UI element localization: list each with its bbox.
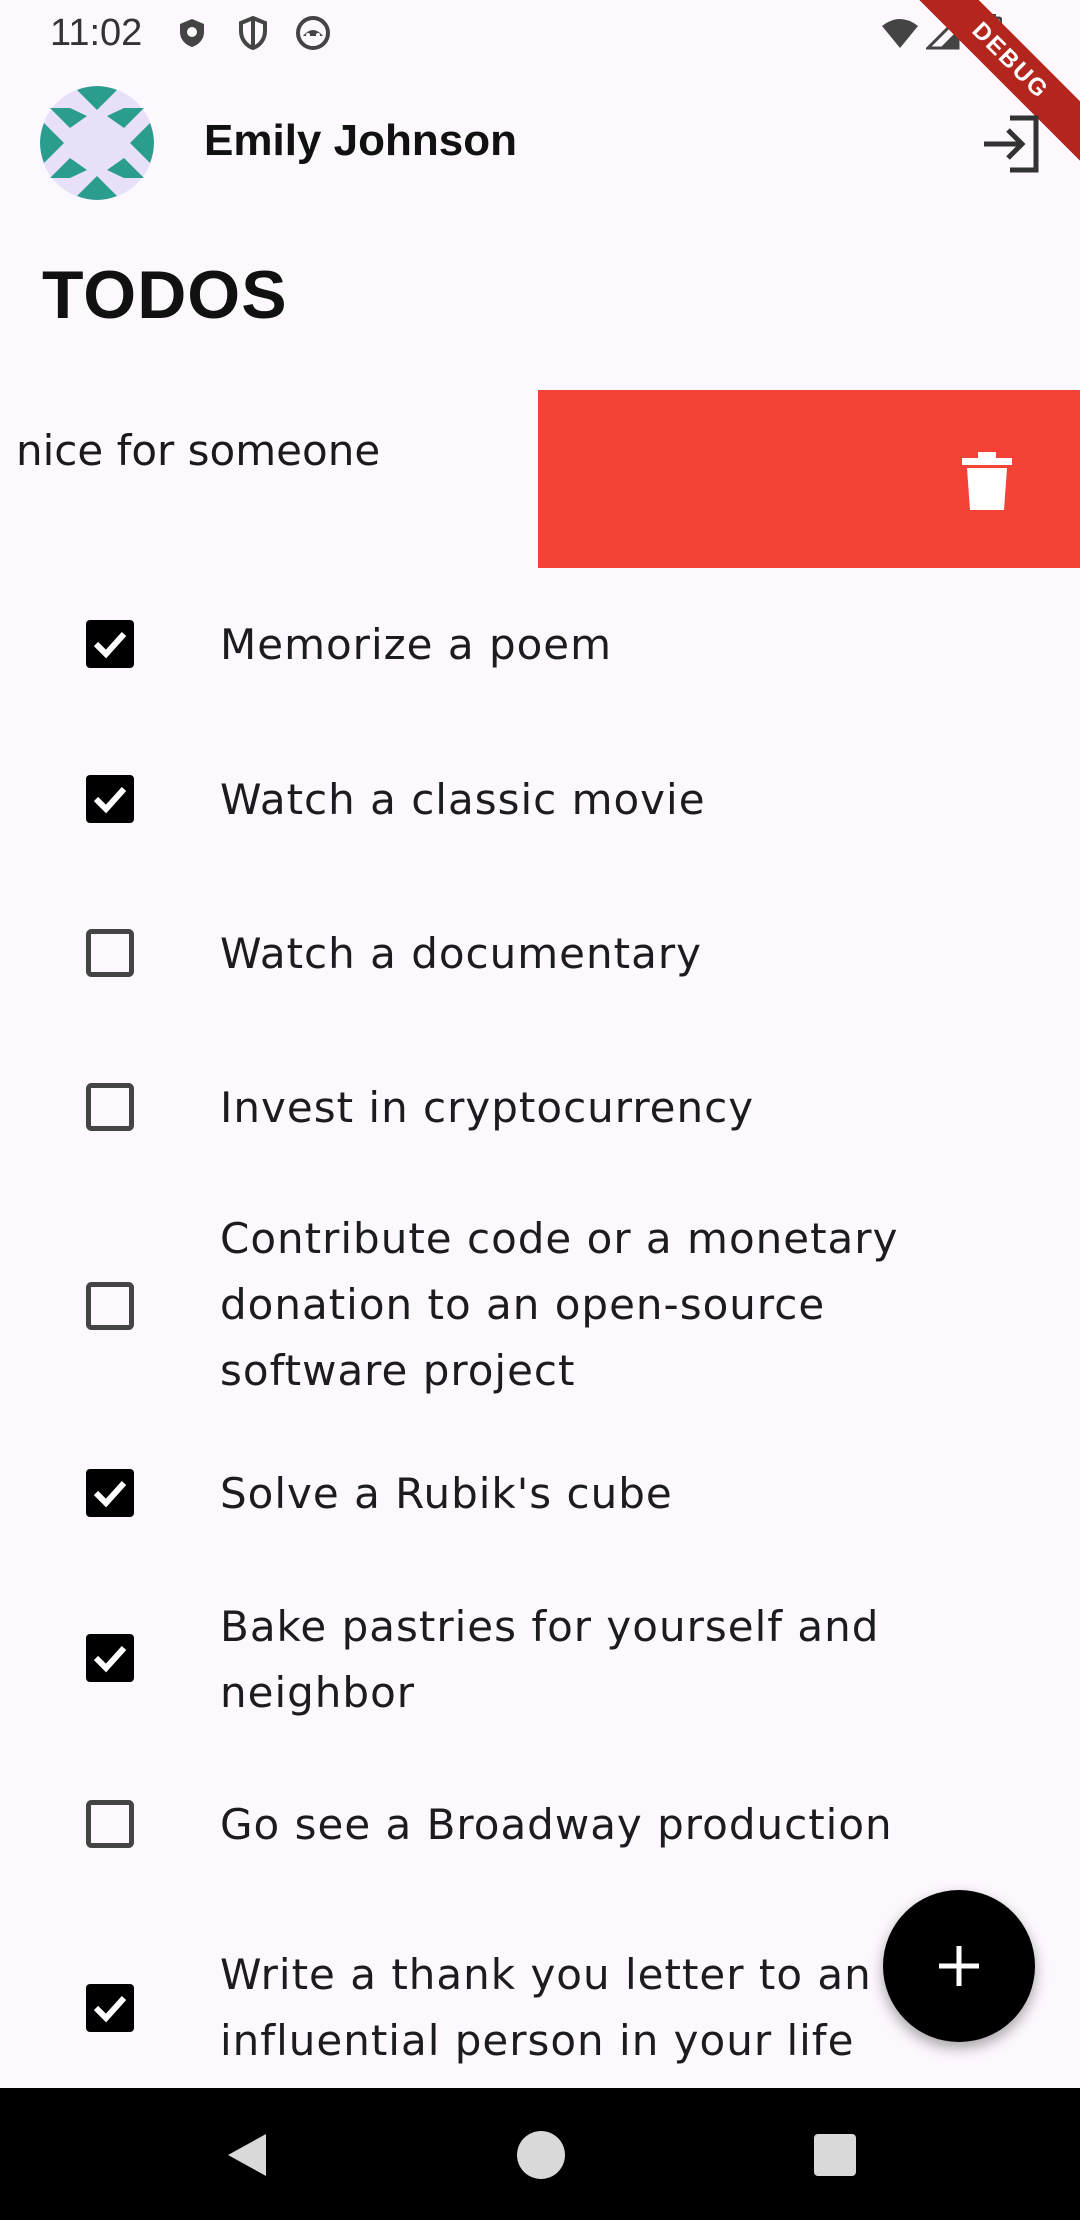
swiped-todo-text: nice for someone ut	[0, 418, 550, 550]
todo-text: Memorize a poem	[220, 620, 613, 669]
page-title: TODOS	[42, 257, 288, 333]
logout-button[interactable]	[980, 112, 1044, 176]
add-todo-button[interactable]	[883, 1890, 1035, 2042]
todo-item[interactable]: Contribute code or a monetary donation t…	[0, 1186, 1080, 1427]
shield-outline-icon	[238, 15, 268, 54]
todo-item[interactable]: Bake pastries for yourself and neighbor	[0, 1584, 1080, 1762]
todo-checkbox-unchecked[interactable]	[86, 1083, 134, 1131]
android-face-icon	[296, 16, 330, 54]
todo-checkbox-unchecked[interactable]	[86, 1800, 134, 1848]
todo-text: Invest in cryptocurrency	[220, 1083, 755, 1132]
swiped-todo-item[interactable]: nice for someone ut	[0, 390, 1080, 568]
app-header: Emily Johnson	[0, 76, 1080, 206]
todo-checkbox-unchecked[interactable]	[86, 929, 134, 977]
todo-list: Memorize a poem Watch a classic movie Wa…	[0, 568, 1080, 2092]
swiped-todo-text-line2: ut	[0, 484, 550, 550]
todo-item[interactable]: Watch a documentary	[0, 877, 1080, 1031]
recents-icon[interactable]	[814, 2134, 856, 2180]
todo-item[interactable]: Go see a Broadway production	[0, 1762, 1080, 1912]
todo-text: Contribute code or a monetary donation t…	[220, 1214, 899, 1395]
delete-background	[538, 390, 1080, 568]
todo-checkbox-checked[interactable]	[86, 1469, 134, 1517]
avatar-icon	[40, 86, 154, 200]
status-time: 11:02	[50, 12, 143, 54]
todo-checkbox-unchecked[interactable]	[86, 1282, 134, 1330]
todo-text: Watch a documentary	[220, 929, 702, 978]
shield-small-icon	[178, 18, 206, 52]
todo-text: Write a thank you letter to an influenti…	[220, 1950, 872, 2065]
todo-checkbox-checked[interactable]	[86, 1984, 134, 2032]
todo-checkbox-checked[interactable]	[86, 620, 134, 668]
plus-icon	[939, 1946, 979, 1986]
wifi-icon	[880, 18, 920, 54]
user-name: Emily Johnson	[204, 116, 517, 165]
todo-checkbox-checked[interactable]	[86, 775, 134, 823]
todo-text: Go see a Broadway production	[220, 1800, 893, 1849]
todo-item[interactable]: Invest in cryptocurrency	[0, 1031, 1080, 1186]
trash-icon	[962, 452, 1012, 510]
todo-text: Watch a classic movie	[220, 775, 706, 824]
login-arrow-icon	[984, 115, 1039, 173]
status-bar: 11:02	[0, 0, 1080, 66]
home-icon[interactable]	[516, 2130, 566, 2184]
todo-item[interactable]: Watch a classic movie	[0, 723, 1080, 877]
todo-text: Solve a Rubik's cube	[220, 1469, 673, 1518]
todo-checkbox-checked[interactable]	[86, 1634, 134, 1682]
swiped-todo-text-line1: nice for someone	[16, 426, 381, 475]
avatar[interactable]	[40, 86, 154, 200]
system-nav-bar	[0, 2088, 1080, 2220]
todo-item[interactable]: Memorize a poem	[0, 568, 1080, 723]
todo-item[interactable]: Solve a Rubik's cube	[0, 1427, 1080, 1584]
back-icon[interactable]	[226, 2132, 268, 2182]
todo-text: Bake pastries for yourself and neighbor	[220, 1602, 880, 1717]
